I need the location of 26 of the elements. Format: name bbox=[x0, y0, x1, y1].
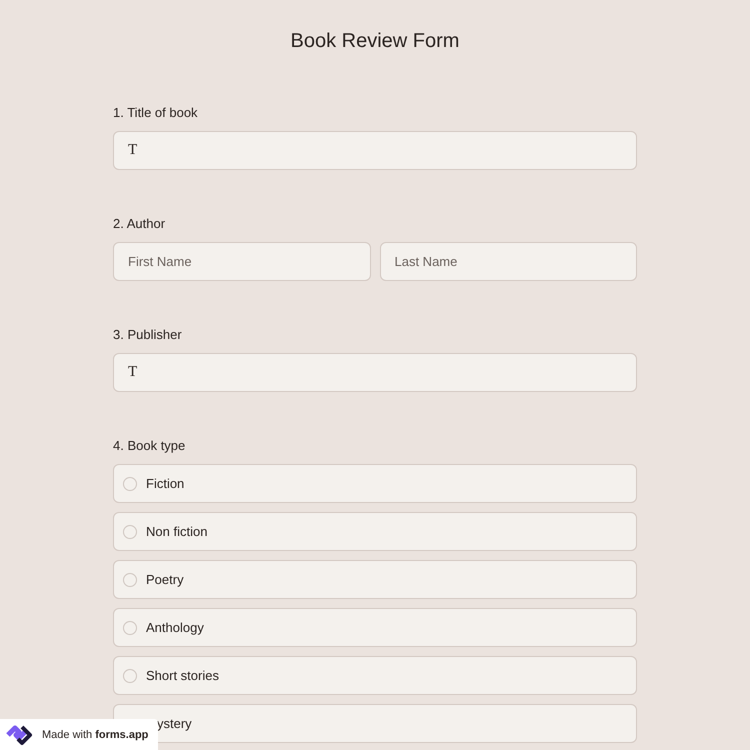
question-label: 1. Title of book bbox=[113, 105, 198, 120]
option-label: Poetry bbox=[146, 572, 184, 587]
text-field[interactable]: T bbox=[113, 353, 637, 392]
option-label: Short stories bbox=[146, 668, 219, 683]
text-field[interactable]: T bbox=[113, 131, 637, 170]
question-label: 2. Author bbox=[113, 216, 166, 231]
question-label: 4. Book type bbox=[113, 438, 186, 453]
option-label: Non fiction bbox=[146, 524, 208, 539]
choice-option[interactable]: Non fiction bbox=[113, 512, 637, 551]
radio-icon bbox=[123, 620, 137, 634]
radio-icon bbox=[123, 476, 137, 490]
option-label: Anthology bbox=[146, 620, 204, 635]
branding-badge[interactable]: Made with forms.app bbox=[0, 719, 158, 750]
radio-icon bbox=[123, 572, 137, 586]
form-title: Book Review Form bbox=[290, 30, 460, 53]
radio-icon bbox=[123, 524, 137, 538]
question-label: 3. Publisher bbox=[113, 327, 182, 342]
text-field[interactable]: First Name bbox=[113, 242, 370, 281]
text-field[interactable]: Last Name bbox=[380, 242, 637, 281]
choice-option[interactable]: Anthology bbox=[113, 608, 637, 647]
choice-option[interactable]: Short stories bbox=[113, 656, 637, 695]
choice-option[interactable]: Poetry bbox=[113, 560, 637, 599]
option-label: Fiction bbox=[146, 476, 184, 491]
radio-icon bbox=[123, 668, 137, 682]
choice-option[interactable]: Fiction bbox=[113, 464, 637, 503]
option-label: ystery bbox=[157, 716, 192, 731]
